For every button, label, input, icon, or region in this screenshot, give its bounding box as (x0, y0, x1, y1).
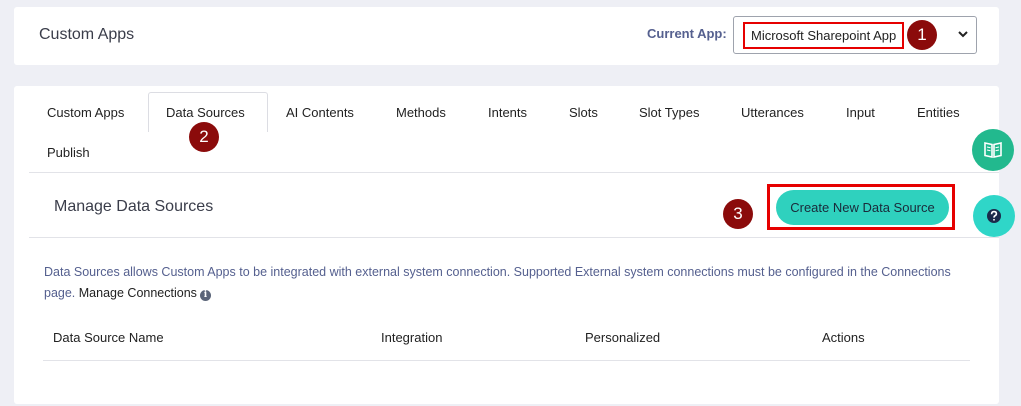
column-header-integration: Integration (381, 330, 443, 345)
manage-connections-link[interactable]: Manage Connections (79, 286, 197, 300)
column-header-actions: Actions (822, 330, 865, 345)
section-title: Manage Data Sources (54, 198, 214, 215)
tabs-divider (29, 172, 999, 173)
table-header-divider (43, 360, 970, 361)
guide-button[interactable] (972, 129, 1014, 171)
info-description: Data Sources allows Custom Apps to be in… (44, 262, 964, 304)
tab-custom-apps[interactable]: Custom Apps (47, 105, 124, 120)
step-badge-2: 2 (189, 122, 219, 152)
current-app-value: Microsoft Sharepoint App (743, 22, 905, 49)
tab-slots[interactable]: Slots (569, 105, 598, 120)
help-button[interactable] (973, 195, 1015, 237)
step-badge-3: 3 (723, 199, 753, 229)
data-sources-panel: Data Sources allows Custom Apps to be in… (31, 256, 984, 376)
main-card: Custom Apps Data Sources AI Contents Met… (14, 86, 999, 404)
create-data-source-button[interactable]: Create New Data Source (776, 190, 949, 225)
tab-publish[interactable]: Publish (47, 145, 90, 160)
tab-input[interactable]: Input (846, 105, 875, 120)
tab-data-sources[interactable]: Data Sources (166, 105, 245, 120)
tab-utterances[interactable]: Utterances (741, 105, 804, 120)
column-header-name: Data Source Name (53, 330, 164, 345)
tab-slot-types[interactable]: Slot Types (639, 105, 699, 120)
question-circle-icon (987, 209, 1001, 223)
chevron-down-icon (958, 31, 968, 38)
column-header-personalized: Personalized (585, 330, 661, 345)
current-app-select[interactable]: Microsoft Sharepoint App (733, 16, 977, 54)
tab-methods[interactable]: Methods (396, 105, 446, 120)
section-divider (29, 237, 999, 238)
tab-ai-contents[interactable]: AI Contents (286, 105, 354, 120)
tab-intents[interactable]: Intents (488, 105, 527, 120)
step-badge-1: 1 (907, 20, 937, 50)
app-header-card: Custom Apps Current App: Microsoft Share… (14, 7, 999, 65)
current-app-label: Current App: (647, 26, 727, 41)
page-title: Custom Apps (39, 26, 135, 43)
book-icon (984, 142, 1002, 158)
info-icon[interactable]: i (199, 290, 211, 301)
tab-entities[interactable]: Entities (917, 105, 960, 120)
